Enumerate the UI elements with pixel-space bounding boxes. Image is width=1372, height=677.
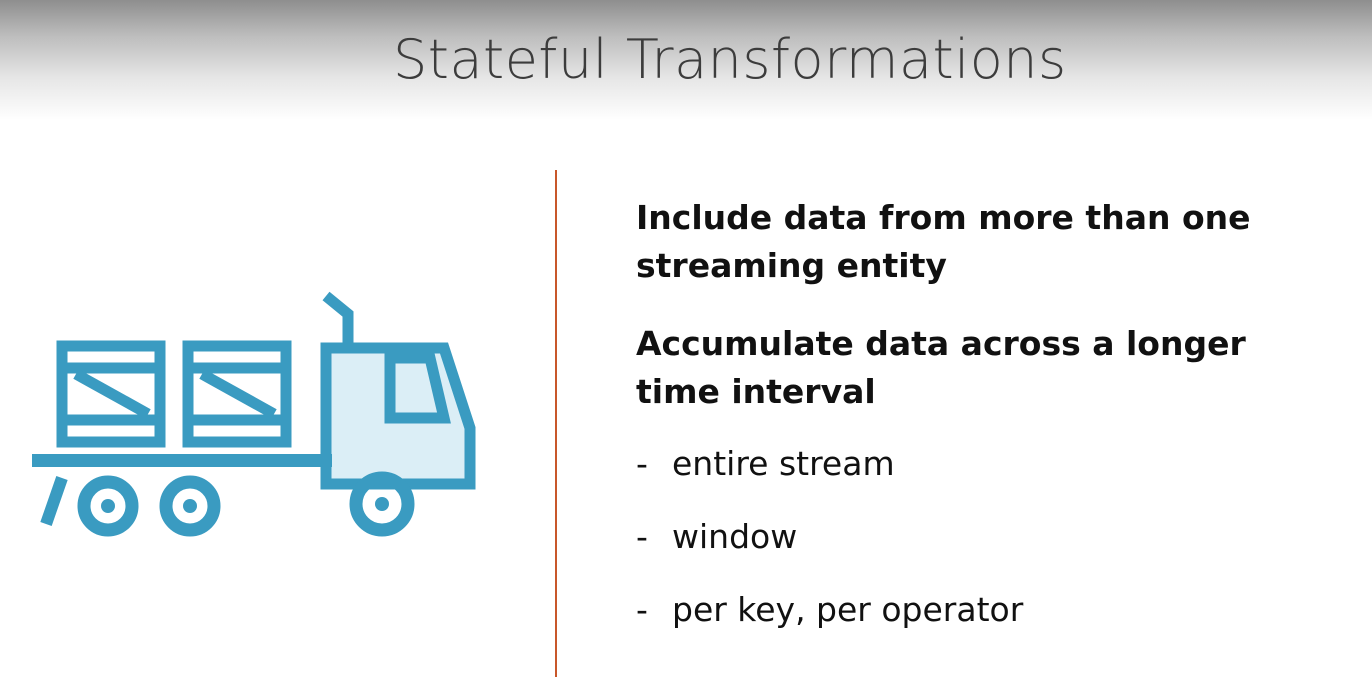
point-1: Include data from more than one streamin… <box>636 198 1251 285</box>
slide: Stateful Transformations Include data fr… <box>0 0 1372 677</box>
delivery-truck-icon <box>32 291 476 537</box>
point-2: Accumulate data across a longer time int… <box>636 324 1246 411</box>
bullet-dash: - <box>636 444 648 483</box>
bullet-dash: - <box>636 590 648 629</box>
vertical-divider <box>555 170 557 677</box>
slide-title: Stateful Transformations <box>393 28 1067 91</box>
sub-bullet-text: per key, per operator <box>672 590 1024 629</box>
sub-bullet-item: - entire stream <box>636 440 1336 488</box>
sub-bullet-list: - entire stream - window - per key, per … <box>636 440 1336 634</box>
bullet-content: Include data from more than one streamin… <box>636 194 1336 659</box>
sub-bullet-text: entire stream <box>672 444 895 483</box>
sub-bullet-item: - per key, per operator <box>636 586 1336 634</box>
sub-bullet-item: - window <box>636 513 1336 561</box>
bullet-dash: - <box>636 517 648 556</box>
sub-bullet-text: window <box>672 517 798 556</box>
